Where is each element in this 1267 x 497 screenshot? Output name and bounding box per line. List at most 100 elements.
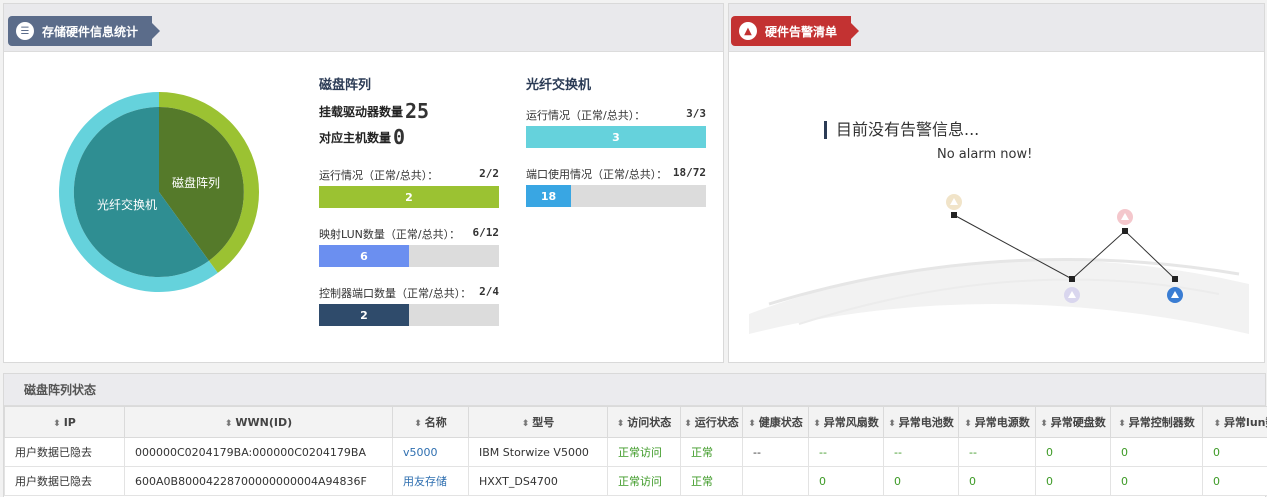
column-header[interactable]: ⬍ 异常硬盘数	[1035, 406, 1111, 438]
table-cell: 正常访问	[607, 466, 681, 496]
column-header[interactable]: ⬍ 运行状态	[680, 406, 743, 438]
table-cell[interactable]: v5000	[392, 437, 469, 467]
disk-array-heading: 磁盘阵列	[319, 78, 372, 93]
column-header-label: 异常电源数	[974, 416, 1030, 429]
table-cell: 600A0B80004228700000000004A94836F	[124, 466, 393, 496]
sort-icon[interactable]: ⬍	[225, 419, 233, 429]
metric-label-row: 运行情况（正常/总共）： 2/2	[319, 167, 499, 183]
sort-icon[interactable]: ⬍	[964, 419, 972, 429]
table-cell: 0	[1202, 466, 1267, 496]
table-row[interactable]: 用户数据已隐去 000000C0204179BA:000000C0204179BA…	[4, 437, 1267, 467]
fc-switch-heading: 光纤交换机	[526, 78, 592, 93]
drives-count-row: 挂载驱动器数量 25	[319, 99, 499, 123]
column-header[interactable]: ⬍ WWN(ID)	[124, 406, 393, 438]
table-cell: --	[742, 437, 809, 467]
column-header[interactable]: ⬍ 异常电池数	[883, 406, 959, 438]
disk-array-metrics: 运行情况（正常/总共）： 2/2 2 映射LUN数量（正常/总共）： 6/12 6 控制器端…	[319, 167, 499, 326]
fc-switch-block: 光纤交换机 运行情况（正常/总共）： 3/3 3 端口使用情况（正常/总共）： 18/7…	[526, 74, 706, 207]
progress-bar: 18	[526, 185, 706, 207]
fc-switch-metric: 端口使用情况（正常/总共）： 18/72 18	[526, 166, 706, 207]
table-cell: 0	[1110, 437, 1203, 467]
disk-array-metric: 映射LUN数量（正常/总共）： 6/12 6	[319, 226, 499, 267]
metric-count: 3/3	[686, 107, 706, 120]
progress-fill: 18	[526, 185, 571, 207]
storage-panel: ☰ 存储硬件信息统计 磁盘阵列 光纤交换机 磁盘阵列 挂载驱动器数量 25 对应主…	[3, 3, 724, 363]
storage-panel-tag: ☰ 存储硬件信息统计	[8, 16, 161, 46]
column-header[interactable]: ⬍ 异常控制器数	[1110, 406, 1203, 438]
table-cell: 000000C0204179BA:000000C0204179BA	[124, 437, 393, 467]
metric-label-row: 映射LUN数量（正常/总共）： 6/12	[319, 226, 499, 242]
drives-label: 挂载驱动器数量	[319, 105, 404, 119]
sort-icon[interactable]: ⬍	[1214, 419, 1222, 429]
table-row[interactable]: 用户数据已隐去 600A0B80004228700000000004A94836F…	[4, 466, 1267, 496]
column-header[interactable]: ⬍ IP	[4, 406, 125, 438]
column-header[interactable]: ⬍ 异常风扇数	[808, 406, 884, 438]
progress-bar: 3	[526, 126, 706, 148]
column-header[interactable]: ⬍ 健康状态	[742, 406, 809, 438]
progress-fill: 6	[319, 245, 409, 267]
column-header-label: 异常硬盘数	[1050, 416, 1106, 429]
disk-array-metric: 运行情况（正常/总共）： 2/2 2	[319, 167, 499, 208]
sort-icon[interactable]: ⬍	[1040, 419, 1048, 429]
table-header-row: ⬍ IP ⬍ WWN(ID) ⬍ 名称 ⬍ 型号 ⬍ 访问状态 ⬍ 运行状态 ⬍ 健康状态 ⬍ 异常风扇数 ⬍ 异…	[4, 406, 1267, 438]
column-header-label: 健康状态	[758, 416, 803, 429]
column-header[interactable]: ⬍ 访问状态	[607, 406, 681, 438]
column-header-label: 异常风扇数	[823, 416, 879, 429]
sort-icon[interactable]: ⬍	[414, 419, 422, 429]
table-cell: 用户数据已隐去	[4, 466, 125, 496]
column-header-label: 型号	[532, 416, 555, 429]
hardware-pie-chart[interactable]: 磁盘阵列 光纤交换机	[54, 87, 264, 297]
metric-label: 端口使用情况（正常/总共）：	[526, 168, 668, 181]
hosts-count-row: 对应主机数量 0	[319, 125, 499, 149]
table-cell: --	[808, 437, 884, 467]
column-header[interactable]: ⬍ 型号	[468, 406, 608, 438]
alarm-message-en: No alarm now!	[937, 147, 1033, 162]
warning-icon: ▲	[739, 22, 757, 40]
column-header[interactable]: ⬍ 名称	[392, 406, 469, 438]
table-body: 用户数据已隐去 000000C0204179BA:000000C0204179BA…	[4, 437, 1267, 496]
pie-label-array: 磁盘阵列	[172, 175, 220, 190]
pie-label-fc: 光纤交换机	[97, 197, 157, 212]
table-cell	[742, 466, 809, 496]
array-status-title: 磁盘阵列状态	[24, 383, 97, 397]
progress-bar: 6	[319, 245, 499, 267]
column-header[interactable]: ⬍异常lun数	[1202, 406, 1267, 438]
sort-icon[interactable]: ⬍	[522, 419, 530, 429]
metric-label: 运行情况（正常/总共）：	[526, 109, 646, 122]
table-cell: 0	[958, 466, 1036, 496]
column-header-label: WWN(ID)	[235, 415, 293, 429]
column-header[interactable]: ⬍ 异常电源数	[958, 406, 1036, 438]
table-cell: 0	[808, 466, 884, 496]
table-cell: 0	[883, 466, 959, 496]
storage-panel-header: ☰ 存储硬件信息统计	[4, 4, 723, 52]
sort-icon[interactable]: ⬍	[888, 419, 896, 429]
metric-count: 6/12	[472, 226, 500, 239]
alarm-message: 目前没有告警信息...	[824, 121, 979, 139]
sort-icon[interactable]: ⬍	[748, 419, 756, 429]
database-icon: ☰	[16, 22, 34, 40]
metric-label: 运行情况（正常/总共）：	[319, 169, 439, 182]
fc-switch-metrics: 运行情况（正常/总共）： 3/3 3 端口使用情况（正常/总共）： 18/72 18	[526, 107, 706, 207]
sort-icon[interactable]: ⬍	[684, 419, 692, 429]
table-cell: 正常	[680, 466, 743, 496]
alarm-illustration	[749, 194, 1249, 334]
column-header-label: 异常lun数	[1224, 416, 1267, 429]
column-header-label: 名称	[424, 416, 447, 429]
metric-label: 映射LUN数量（正常/总共）：	[319, 228, 461, 241]
sort-icon[interactable]: ⬍	[813, 419, 821, 429]
progress-fill: 2	[319, 304, 409, 326]
fc-switch-metric: 运行情况（正常/总共）： 3/3 3	[526, 107, 706, 148]
progress-fill: 3	[526, 126, 706, 148]
column-header-label: 访问状态	[627, 416, 672, 429]
table-cell: --	[883, 437, 959, 467]
table-cell: 0	[1035, 437, 1111, 467]
sort-icon[interactable]: ⬍	[1118, 419, 1126, 429]
table-cell[interactable]: 用友存储	[392, 466, 469, 496]
array-status-header: 磁盘阵列状态	[4, 374, 1265, 406]
table-cell: 正常	[680, 437, 743, 467]
drives-value: 25	[405, 99, 430, 123]
alarm-panel: ▲ 硬件告警清单 目前没有告警信息... No alarm now!	[728, 3, 1265, 363]
sort-icon[interactable]: ⬍	[617, 419, 625, 429]
sort-icon[interactable]: ⬍	[53, 419, 61, 429]
hosts-value: 0	[393, 125, 406, 149]
